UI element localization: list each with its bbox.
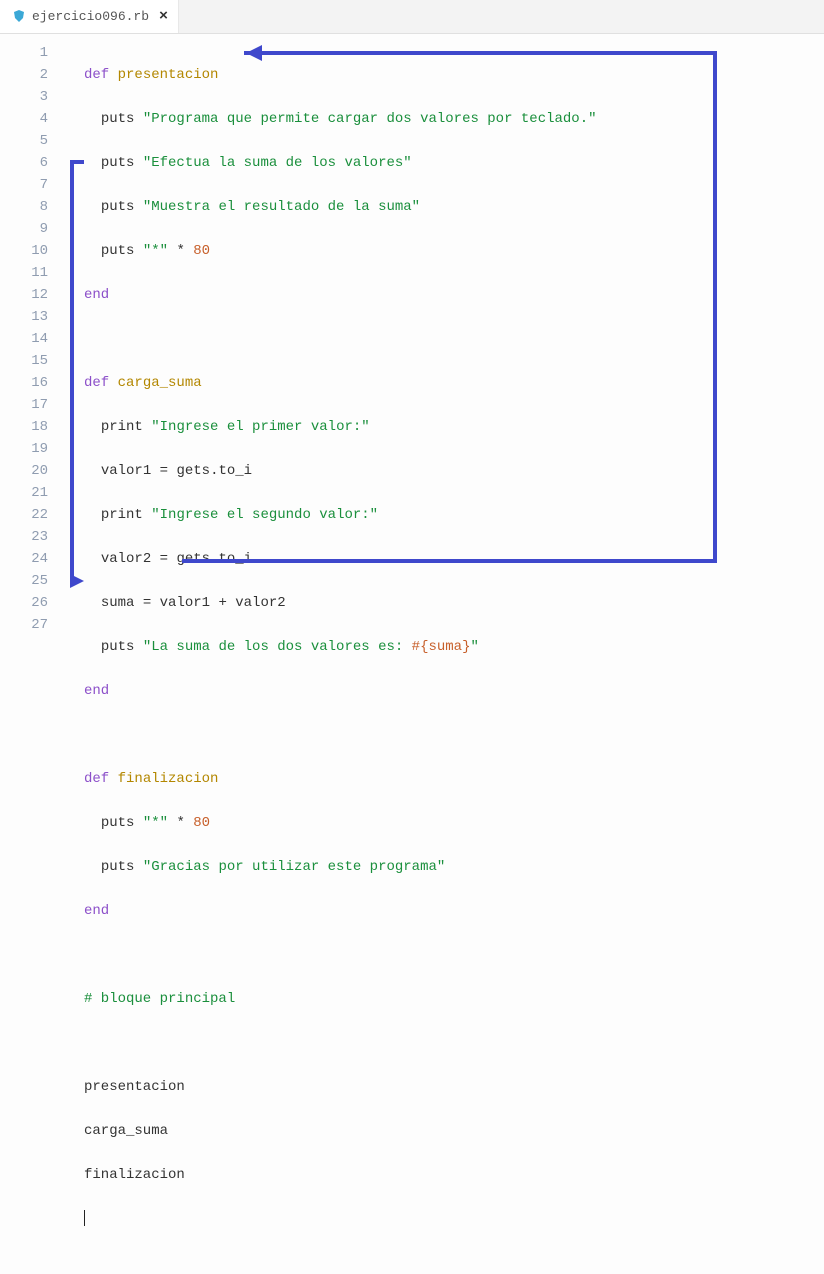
method-call: gets (176, 551, 210, 567)
operator: = (160, 551, 168, 567)
line-number: 15 (0, 350, 48, 372)
keyword-def: def (84, 771, 109, 787)
string-literal: "Programa que permite cargar dos valores… (143, 111, 597, 127)
method-call: puts (101, 243, 135, 259)
method-call: finalizacion (84, 1167, 185, 1183)
method-call: to_i (218, 463, 252, 479)
operator: = (143, 595, 151, 611)
string-literal: "Ingrese el segundo valor:" (151, 507, 378, 523)
line-number: 26 (0, 592, 48, 614)
method-call: to_i (218, 551, 252, 567)
keyword-end: end (84, 683, 109, 699)
line-number: 3 (0, 86, 48, 108)
variable: valor1 (101, 463, 151, 479)
line-number-gutter: 1234567891011121314151617181920212223242… (0, 34, 64, 673)
comment: # bloque principal (84, 991, 235, 1007)
file-tab-label: ejercicio096.rb (32, 9, 149, 24)
line-number: 24 (0, 548, 48, 570)
method-call: carga_suma (84, 1123, 168, 1139)
method-call: gets (176, 463, 210, 479)
keyword-def: def (84, 375, 109, 391)
text-cursor (84, 1210, 85, 1226)
line-number: 7 (0, 174, 48, 196)
line-number: 10 (0, 240, 48, 262)
line-number: 2 (0, 64, 48, 86)
code-editor[interactable]: 1234567891011121314151617181920212223242… (0, 34, 824, 673)
line-number: 6 (0, 152, 48, 174)
line-number: 5 (0, 130, 48, 152)
tab-bar: ejercicio096.rb × (0, 0, 824, 34)
line-number: 20 (0, 460, 48, 482)
line-number: 1 (0, 42, 48, 64)
operator: * (176, 815, 184, 831)
method-call: presentacion (84, 1079, 185, 1095)
ruby-file-icon (12, 9, 26, 23)
line-number: 21 (0, 482, 48, 504)
number-literal: 80 (193, 243, 210, 259)
string-literal: "*" (143, 243, 168, 259)
line-number: 9 (0, 218, 48, 240)
string-literal: "Ingrese el primer valor:" (151, 419, 369, 435)
number-literal: 80 (193, 815, 210, 831)
keyword-end: end (84, 287, 109, 303)
line-number: 4 (0, 108, 48, 130)
method-call: print (101, 419, 143, 435)
string-literal: "La suma de los dos valores es: (143, 639, 412, 655)
string-literal: "Muestra el resultado de la suma" (143, 199, 420, 215)
close-tab-icon[interactable]: × (159, 8, 168, 25)
line-number: 17 (0, 394, 48, 416)
method-call: puts (101, 111, 135, 127)
operator: * (176, 243, 184, 259)
line-number: 14 (0, 328, 48, 350)
line-number: 23 (0, 526, 48, 548)
line-number: 8 (0, 196, 48, 218)
method-name: finalizacion (118, 771, 219, 787)
line-number: 19 (0, 438, 48, 460)
method-name: carga_suma (118, 375, 202, 391)
operator: = (160, 463, 168, 479)
line-number: 11 (0, 262, 48, 284)
keyword-end: end (84, 903, 109, 919)
method-call: puts (101, 859, 135, 875)
line-number: 18 (0, 416, 48, 438)
method-call: puts (101, 199, 135, 215)
string-literal: " (470, 639, 478, 655)
method-call: puts (101, 815, 135, 831)
line-number: 12 (0, 284, 48, 306)
string-literal: "Gracias por utilizar este programa" (143, 859, 445, 875)
method-call: print (101, 507, 143, 523)
method-name: presentacion (118, 67, 219, 83)
file-tab[interactable]: ejercicio096.rb × (0, 0, 179, 33)
string-literal: "*" (143, 815, 168, 831)
line-number: 13 (0, 306, 48, 328)
string-literal: "Efectua la suma de los valores" (143, 155, 412, 171)
line-number: 27 (0, 614, 48, 636)
line-number: 22 (0, 504, 48, 526)
expression: valor1 + valor2 (160, 595, 286, 611)
line-number: 16 (0, 372, 48, 394)
code-area[interactable]: def presentacion puts "Programa que perm… (64, 34, 824, 673)
keyword-def: def (84, 67, 109, 83)
method-call: puts (101, 639, 135, 655)
method-call: puts (101, 155, 135, 171)
variable: suma (101, 595, 135, 611)
variable: valor2 (101, 551, 151, 567)
string-interpolation: #{suma} (412, 639, 471, 655)
line-number: 25 (0, 570, 48, 592)
